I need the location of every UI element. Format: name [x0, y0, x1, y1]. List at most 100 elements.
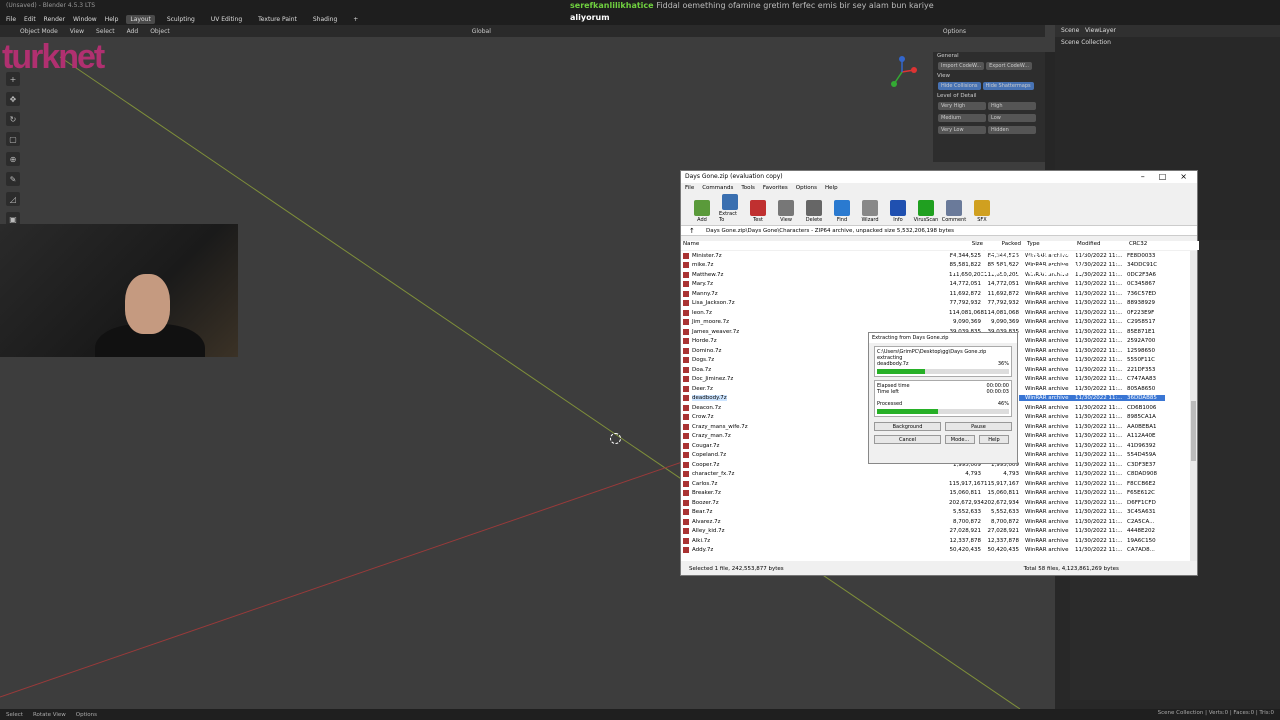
measure-tool-icon[interactable]: ◿: [6, 192, 20, 206]
tool-view[interactable]: View: [775, 200, 797, 223]
tool-sfx[interactable]: SFX: [971, 200, 993, 223]
col-name[interactable]: Name: [681, 241, 951, 250]
file-row[interactable]: Jim_moore.7z 9,090,369 9,090,369 WinRAR arc…: [681, 318, 1191, 328]
file-row[interactable]: Mary.7z 14,772,051 14,772,051 WinRAR archiv…: [681, 280, 1191, 290]
file-row[interactable]: Lisa_Jackson.7z 77,792,932 77,792,932 WinRA…: [681, 299, 1191, 309]
tab-layout[interactable]: Layout: [126, 14, 155, 24]
file-row[interactable]: leon.7z 114,081,068 114,081,068 WinRAR arch…: [681, 308, 1191, 318]
file-row[interactable]: Manny.7z 11,692,872 11,692,872 WinRAR archi…: [681, 289, 1191, 299]
lod-medium[interactable]: Medium: [938, 114, 986, 122]
file-size: 202,672,934: [949, 499, 984, 506]
rar-menu-commands[interactable]: Commands: [702, 185, 733, 191]
tool-extract-to[interactable]: Extract To: [719, 194, 741, 223]
transform-orientation[interactable]: Global: [472, 28, 491, 35]
panel-general[interactable]: General: [933, 52, 1045, 60]
menu-window[interactable]: Window: [73, 16, 97, 23]
file-row[interactable]: Breaker.7z 15,060,811 15,060,811 WinRAR arc…: [681, 489, 1191, 499]
file-size: 27,028,921: [949, 528, 982, 535]
select-menu[interactable]: Select: [96, 28, 115, 35]
file-row[interactable]: Addy.7z 50,420,435 50,420,435 WinRAR archiv…: [681, 546, 1191, 556]
options-button[interactable]: Options: [943, 28, 966, 35]
mode-button[interactable]: Mode...: [945, 435, 975, 444]
view-menu[interactable]: View: [70, 28, 84, 35]
tool-delete[interactable]: Delete: [803, 200, 825, 223]
file-crc: AA0BEBA1: [1127, 423, 1157, 430]
left-value: 00:00:03: [986, 389, 1009, 395]
cancel-button[interactable]: Cancel: [874, 435, 941, 444]
object-menu[interactable]: Object: [150, 28, 170, 35]
rar-menu-favorites[interactable]: Favorites: [763, 185, 788, 191]
rar-menu-tools[interactable]: Tools: [741, 185, 755, 191]
file-row[interactable]: Alki.7z 12,337,878 12,337,878 WinRAR archiv…: [681, 536, 1191, 546]
tool-info[interactable]: Info: [887, 200, 909, 223]
lod-very-high[interactable]: Very High: [938, 102, 986, 110]
col-size[interactable]: Size: [951, 241, 983, 250]
lod-high[interactable]: High: [988, 102, 1036, 110]
file-name: leon.7z: [692, 309, 712, 316]
lod-hidden[interactable]: Hidden: [988, 126, 1036, 134]
tool-test[interactable]: Test: [747, 200, 769, 223]
tool-wizard[interactable]: Wizard: [859, 200, 881, 223]
file-name: James_weaver.7z: [692, 328, 740, 335]
archive-path-bar[interactable]: ↑ Days Gone.zip\Days Gone\Characters - Z…: [681, 225, 1197, 236]
scale-tool-icon[interactable]: ▢: [6, 132, 20, 146]
tab-shading[interactable]: Shading: [309, 15, 341, 24]
tool-find[interactable]: Find: [831, 200, 853, 223]
file-size: 11,692,872: [949, 290, 982, 297]
navigation-gizmo[interactable]: [886, 56, 918, 88]
file-row[interactable]: Carlos.7z 115,917,167 115,917,167 WinRAR ar…: [681, 479, 1191, 489]
hide-shattermaps-button[interactable]: Hide Shattermaps: [982, 82, 1034, 90]
rar-menu-options[interactable]: Options: [796, 185, 817, 191]
minimize-icon[interactable]: –: [1141, 173, 1145, 181]
file-row[interactable]: Alley_kid.7z 27,028,921 27,028,921 WinRAR a…: [681, 527, 1191, 537]
add-menu[interactable]: Add: [127, 28, 139, 35]
tab-uv-editing[interactable]: UV Editing: [207, 15, 246, 24]
lod-low[interactable]: Low: [988, 114, 1036, 122]
scene-label[interactable]: Scene: [1061, 27, 1079, 34]
transform-tool-icon[interactable]: ⊕: [6, 152, 20, 166]
tool-shelf: + ✥ ↻ ▢ ⊕ ✎ ◿ ▣: [6, 72, 22, 226]
annotate-tool-icon[interactable]: ✎: [6, 172, 20, 186]
object-mode-select[interactable]: Object Mode: [20, 28, 58, 35]
tool-virusscan[interactable]: VirusScan: [914, 200, 938, 223]
add-workspace-button[interactable]: +: [349, 15, 362, 24]
file-row[interactable]: Boozer.7z 202,672,934 202,672,934 WinRAR ar…: [681, 498, 1191, 508]
tab-texture-paint[interactable]: Texture Paint: [254, 15, 301, 24]
file-list-scrollbar[interactable]: [1190, 251, 1197, 561]
close-icon[interactable]: ×: [1180, 173, 1187, 181]
menu-file[interactable]: File: [6, 16, 16, 23]
scene-collection[interactable]: Scene Collection: [1061, 39, 1111, 46]
menu-render[interactable]: Render: [44, 16, 65, 23]
menu-help[interactable]: Help: [105, 16, 119, 23]
tool-add[interactable]: Add: [691, 200, 713, 223]
sidebar-tabs[interactable]: [1045, 52, 1055, 172]
rar-menu-file[interactable]: File: [685, 185, 694, 191]
maximize-icon[interactable]: □: [1159, 173, 1167, 181]
import-button[interactable]: Import CodeW...: [938, 62, 985, 70]
hide-collisions-button[interactable]: Hide Collisions: [938, 82, 981, 90]
panel-view[interactable]: View: [933, 72, 1045, 80]
lod-very-low[interactable]: Very Low: [938, 126, 986, 134]
move-tool-icon[interactable]: ✥: [6, 92, 20, 106]
cursor-tool-icon[interactable]: +: [6, 72, 20, 86]
view-layer-label[interactable]: ViewLayer: [1085, 27, 1116, 34]
file-row[interactable]: character_fx.7z 4,793 4,793 WinRAR archive 1…: [681, 470, 1191, 480]
col-crc[interactable]: CRC32: [1127, 241, 1167, 250]
tab-sculpting[interactable]: Sculpting: [163, 15, 199, 24]
tool-comment[interactable]: Comment: [942, 200, 966, 223]
archive-icon: [683, 271, 689, 278]
scroll-thumb[interactable]: [1191, 401, 1196, 461]
export-button[interactable]: Export CodeW...: [986, 62, 1033, 70]
file-row[interactable]: Bear.7z 5,552,633 5,552,633 WinRAR archive 1…: [681, 508, 1191, 518]
menu-edit[interactable]: Edit: [24, 16, 36, 23]
file-name: Crazy_man.7z: [692, 433, 731, 440]
background-button[interactable]: Background: [874, 422, 941, 431]
rotate-tool-icon[interactable]: ↻: [6, 112, 20, 126]
file-type: WinRAR archive: [1025, 309, 1069, 316]
pause-button[interactable]: Pause: [945, 422, 1012, 431]
help-button[interactable]: Help: [979, 435, 1009, 444]
rar-menu-help[interactable]: Help: [825, 185, 838, 191]
up-arrow-icon[interactable]: ↑: [689, 227, 695, 235]
info-icon: [890, 200, 906, 216]
file-row[interactable]: Alvarez.7z 8,700,872 8,700,872 WinRAR archi…: [681, 517, 1191, 527]
